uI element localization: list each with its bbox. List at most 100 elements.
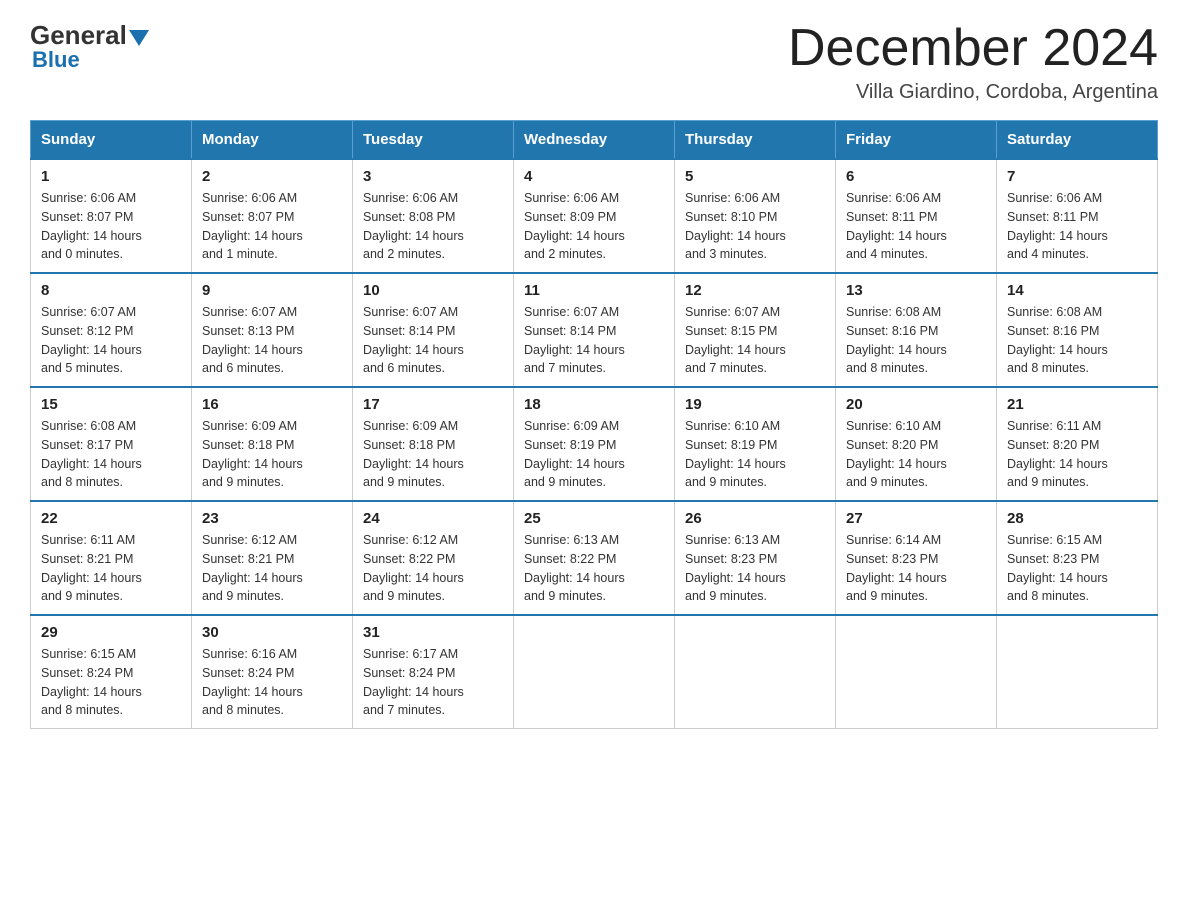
calendar-cell xyxy=(997,615,1158,729)
day-number: 24 xyxy=(363,510,503,527)
day-number: 28 xyxy=(1007,510,1147,527)
day-info: Sunrise: 6:06 AMSunset: 8:07 PMDaylight:… xyxy=(202,191,303,261)
day-info: Sunrise: 6:15 AMSunset: 8:23 PMDaylight:… xyxy=(1007,533,1108,603)
calendar-cell xyxy=(514,615,675,729)
day-info: Sunrise: 6:07 AMSunset: 8:13 PMDaylight:… xyxy=(202,305,303,375)
day-info: Sunrise: 6:06 AMSunset: 8:08 PMDaylight:… xyxy=(363,191,464,261)
day-info: Sunrise: 6:06 AMSunset: 8:11 PMDaylight:… xyxy=(1007,191,1108,261)
day-number: 26 xyxy=(685,510,825,527)
day-number: 8 xyxy=(41,282,181,299)
calendar-cell: 9 Sunrise: 6:07 AMSunset: 8:13 PMDayligh… xyxy=(192,273,353,387)
day-number: 11 xyxy=(524,282,664,299)
calendar-cell: 15 Sunrise: 6:08 AMSunset: 8:17 PMDaylig… xyxy=(31,387,192,501)
calendar-cell: 4 Sunrise: 6:06 AMSunset: 8:09 PMDayligh… xyxy=(514,159,675,273)
calendar-cell: 7 Sunrise: 6:06 AMSunset: 8:11 PMDayligh… xyxy=(997,159,1158,273)
calendar-cell xyxy=(836,615,997,729)
calendar-header-row: SundayMondayTuesdayWednesdayThursdayFrid… xyxy=(31,121,1158,160)
week-row-2: 8 Sunrise: 6:07 AMSunset: 8:12 PMDayligh… xyxy=(31,273,1158,387)
calendar-cell: 5 Sunrise: 6:06 AMSunset: 8:10 PMDayligh… xyxy=(675,159,836,273)
day-number: 10 xyxy=(363,282,503,299)
week-row-3: 15 Sunrise: 6:08 AMSunset: 8:17 PMDaylig… xyxy=(31,387,1158,501)
day-number: 23 xyxy=(202,510,342,527)
day-info: Sunrise: 6:06 AMSunset: 8:10 PMDaylight:… xyxy=(685,191,786,261)
column-header-tuesday: Tuesday xyxy=(353,121,514,160)
calendar-cell: 19 Sunrise: 6:10 AMSunset: 8:19 PMDaylig… xyxy=(675,387,836,501)
day-number: 25 xyxy=(524,510,664,527)
day-number: 14 xyxy=(1007,282,1147,299)
logo-blue-text: Blue xyxy=(32,47,80,73)
calendar-cell: 12 Sunrise: 6:07 AMSunset: 8:15 PMDaylig… xyxy=(675,273,836,387)
day-number: 5 xyxy=(685,168,825,185)
subtitle: Villa Giardino, Cordoba, Argentina xyxy=(788,81,1158,104)
calendar-cell: 25 Sunrise: 6:13 AMSunset: 8:22 PMDaylig… xyxy=(514,501,675,615)
day-info: Sunrise: 6:06 AMSunset: 8:11 PMDaylight:… xyxy=(846,191,947,261)
logo: General Blue xyxy=(30,20,149,73)
day-info: Sunrise: 6:16 AMSunset: 8:24 PMDaylight:… xyxy=(202,647,303,717)
calendar-cell: 22 Sunrise: 6:11 AMSunset: 8:21 PMDaylig… xyxy=(31,501,192,615)
column-header-friday: Friday xyxy=(836,121,997,160)
calendar-cell: 16 Sunrise: 6:09 AMSunset: 8:18 PMDaylig… xyxy=(192,387,353,501)
day-number: 17 xyxy=(363,396,503,413)
day-number: 9 xyxy=(202,282,342,299)
day-info: Sunrise: 6:06 AMSunset: 8:07 PMDaylight:… xyxy=(41,191,142,261)
logo-triangle-icon xyxy=(129,30,149,46)
day-number: 22 xyxy=(41,510,181,527)
day-info: Sunrise: 6:17 AMSunset: 8:24 PMDaylight:… xyxy=(363,647,464,717)
day-info: Sunrise: 6:11 AMSunset: 8:21 PMDaylight:… xyxy=(41,533,142,603)
calendar-cell: 6 Sunrise: 6:06 AMSunset: 8:11 PMDayligh… xyxy=(836,159,997,273)
calendar-cell: 31 Sunrise: 6:17 AMSunset: 8:24 PMDaylig… xyxy=(353,615,514,729)
calendar-table: SundayMondayTuesdayWednesdayThursdayFrid… xyxy=(30,120,1158,729)
day-info: Sunrise: 6:08 AMSunset: 8:16 PMDaylight:… xyxy=(1007,305,1108,375)
day-number: 7 xyxy=(1007,168,1147,185)
calendar-cell: 29 Sunrise: 6:15 AMSunset: 8:24 PMDaylig… xyxy=(31,615,192,729)
calendar-cell: 3 Sunrise: 6:06 AMSunset: 8:08 PMDayligh… xyxy=(353,159,514,273)
day-number: 29 xyxy=(41,624,181,641)
day-number: 3 xyxy=(363,168,503,185)
day-info: Sunrise: 6:15 AMSunset: 8:24 PMDaylight:… xyxy=(41,647,142,717)
day-info: Sunrise: 6:13 AMSunset: 8:23 PMDaylight:… xyxy=(685,533,786,603)
day-number: 19 xyxy=(685,396,825,413)
column-header-thursday: Thursday xyxy=(675,121,836,160)
calendar-cell: 27 Sunrise: 6:14 AMSunset: 8:23 PMDaylig… xyxy=(836,501,997,615)
calendar-cell: 1 Sunrise: 6:06 AMSunset: 8:07 PMDayligh… xyxy=(31,159,192,273)
day-number: 30 xyxy=(202,624,342,641)
day-info: Sunrise: 6:11 AMSunset: 8:20 PMDaylight:… xyxy=(1007,419,1108,489)
calendar-cell: 11 Sunrise: 6:07 AMSunset: 8:14 PMDaylig… xyxy=(514,273,675,387)
calendar-cell: 20 Sunrise: 6:10 AMSunset: 8:20 PMDaylig… xyxy=(836,387,997,501)
day-info: Sunrise: 6:09 AMSunset: 8:18 PMDaylight:… xyxy=(363,419,464,489)
main-title: December 2024 xyxy=(788,20,1158,77)
day-info: Sunrise: 6:07 AMSunset: 8:14 PMDaylight:… xyxy=(363,305,464,375)
day-info: Sunrise: 6:10 AMSunset: 8:20 PMDaylight:… xyxy=(846,419,947,489)
day-info: Sunrise: 6:12 AMSunset: 8:21 PMDaylight:… xyxy=(202,533,303,603)
day-info: Sunrise: 6:14 AMSunset: 8:23 PMDaylight:… xyxy=(846,533,947,603)
day-number: 20 xyxy=(846,396,986,413)
calendar-cell: 28 Sunrise: 6:15 AMSunset: 8:23 PMDaylig… xyxy=(997,501,1158,615)
day-number: 2 xyxy=(202,168,342,185)
day-info: Sunrise: 6:13 AMSunset: 8:22 PMDaylight:… xyxy=(524,533,625,603)
day-number: 31 xyxy=(363,624,503,641)
day-number: 18 xyxy=(524,396,664,413)
calendar-cell: 30 Sunrise: 6:16 AMSunset: 8:24 PMDaylig… xyxy=(192,615,353,729)
calendar-cell: 21 Sunrise: 6:11 AMSunset: 8:20 PMDaylig… xyxy=(997,387,1158,501)
day-info: Sunrise: 6:09 AMSunset: 8:18 PMDaylight:… xyxy=(202,419,303,489)
week-row-4: 22 Sunrise: 6:11 AMSunset: 8:21 PMDaylig… xyxy=(31,501,1158,615)
column-header-monday: Monday xyxy=(192,121,353,160)
day-number: 12 xyxy=(685,282,825,299)
day-number: 27 xyxy=(846,510,986,527)
calendar-cell: 8 Sunrise: 6:07 AMSunset: 8:12 PMDayligh… xyxy=(31,273,192,387)
calendar-cell: 17 Sunrise: 6:09 AMSunset: 8:18 PMDaylig… xyxy=(353,387,514,501)
column-header-saturday: Saturday xyxy=(997,121,1158,160)
day-number: 21 xyxy=(1007,396,1147,413)
page-header: General Blue December 2024 Villa Giardin… xyxy=(30,20,1158,104)
day-info: Sunrise: 6:07 AMSunset: 8:15 PMDaylight:… xyxy=(685,305,786,375)
calendar-cell: 23 Sunrise: 6:12 AMSunset: 8:21 PMDaylig… xyxy=(192,501,353,615)
day-number: 15 xyxy=(41,396,181,413)
column-header-sunday: Sunday xyxy=(31,121,192,160)
calendar-cell: 18 Sunrise: 6:09 AMSunset: 8:19 PMDaylig… xyxy=(514,387,675,501)
calendar-cell: 10 Sunrise: 6:07 AMSunset: 8:14 PMDaylig… xyxy=(353,273,514,387)
day-info: Sunrise: 6:09 AMSunset: 8:19 PMDaylight:… xyxy=(524,419,625,489)
calendar-cell: 13 Sunrise: 6:08 AMSunset: 8:16 PMDaylig… xyxy=(836,273,997,387)
day-number: 4 xyxy=(524,168,664,185)
day-number: 1 xyxy=(41,168,181,185)
title-area: December 2024 Villa Giardino, Cordoba, A… xyxy=(788,20,1158,104)
